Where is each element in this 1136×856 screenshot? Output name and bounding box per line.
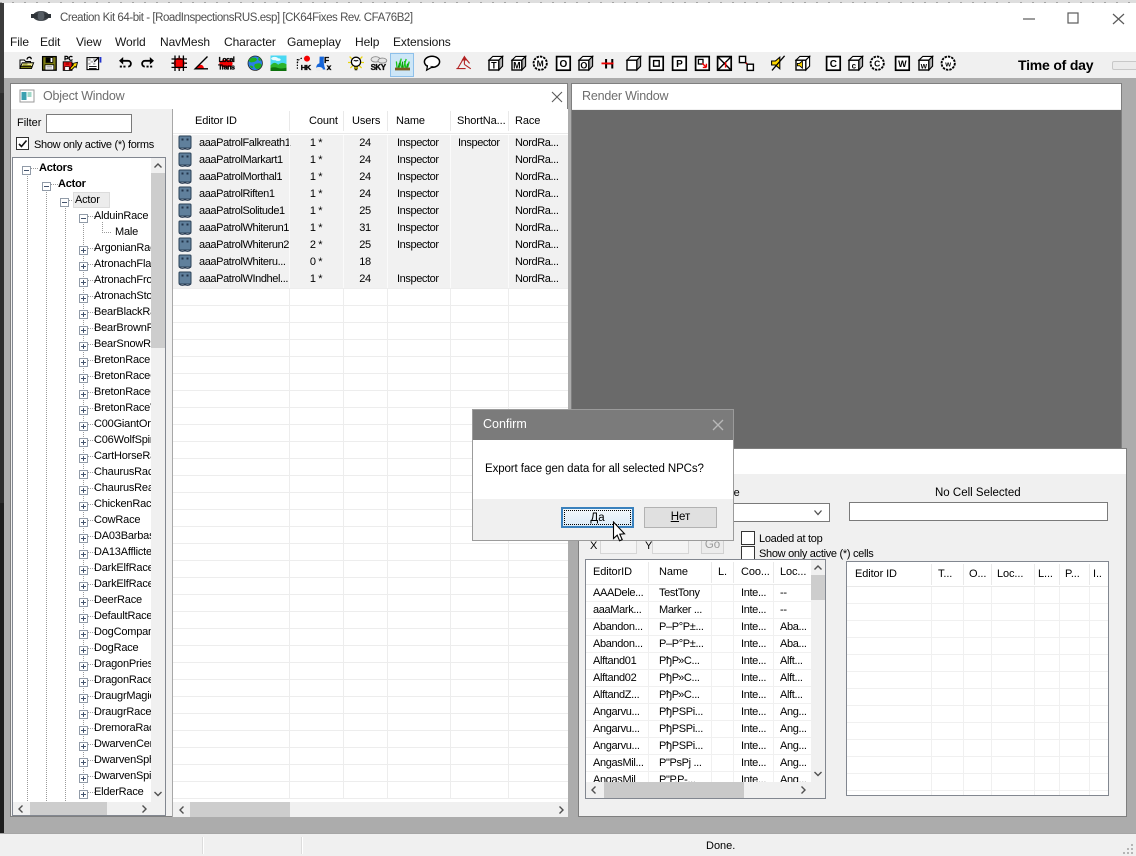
svg-text:O: O [560, 59, 568, 70]
svg-text:C: C [874, 58, 880, 68]
svg-text:C: C [830, 59, 837, 70]
svg-text:Local: Local [219, 57, 235, 64]
svg-text:Trans: Trans [218, 64, 235, 71]
svg-text:M: M [513, 60, 521, 70]
svg-text:c: c [852, 61, 857, 70]
svg-text:w: w [920, 61, 928, 70]
svg-text:W: W [898, 59, 907, 69]
svg-text:O: O [580, 60, 587, 70]
svg-text:T: T [491, 60, 497, 70]
svg-text:x: x [327, 62, 332, 72]
svg-text:HK: HK [301, 63, 312, 72]
svg-text:M: M [537, 58, 544, 68]
svg-text:SKY: SKY [371, 63, 387, 72]
svg-text:w: w [944, 59, 951, 68]
svg-text:P: P [676, 59, 683, 70]
